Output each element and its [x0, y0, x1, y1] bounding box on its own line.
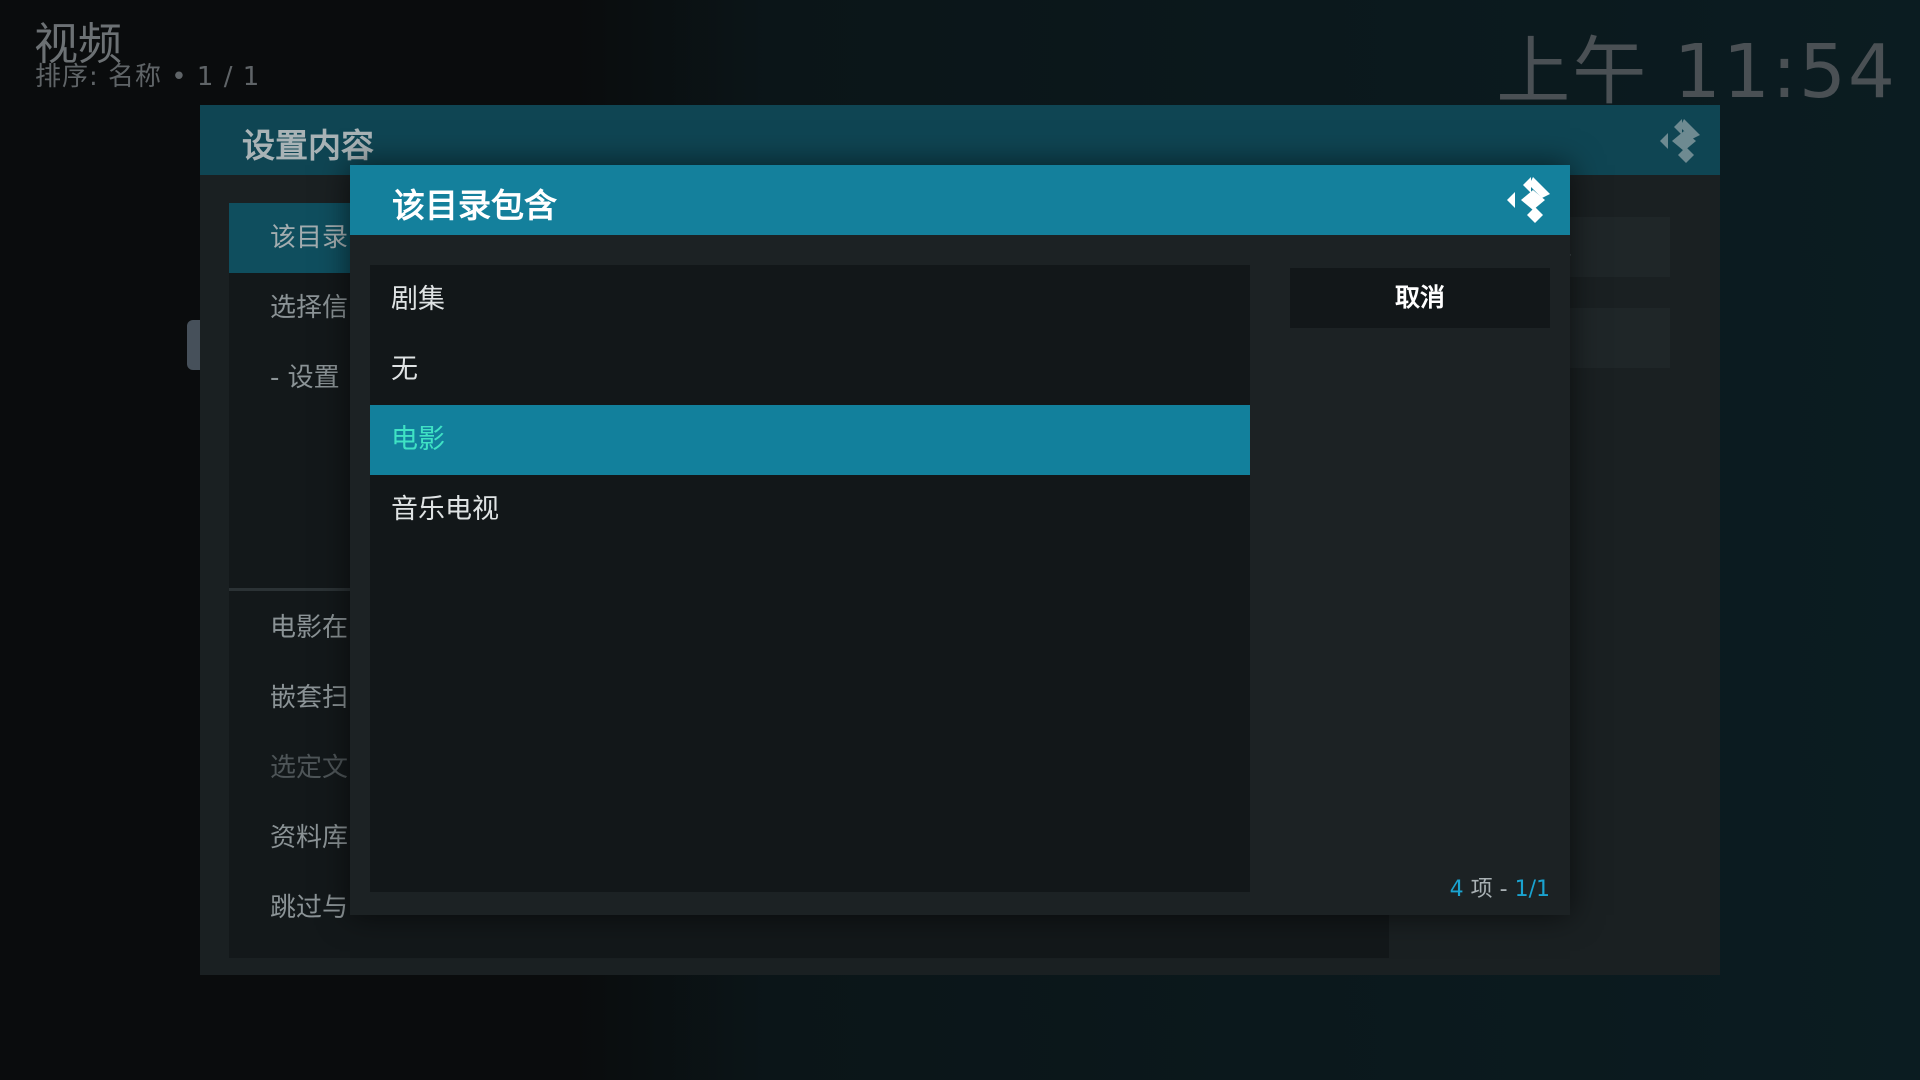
set-content-title: 设置内容: [242, 126, 374, 165]
list-item-music-videos[interactable]: 音乐电视: [370, 475, 1250, 545]
list-item-tvshows[interactable]: 剧集: [370, 265, 1250, 335]
cancel-button[interactable]: 取消: [1290, 268, 1550, 328]
item-count: 4 项 - 1/1: [1450, 871, 1550, 903]
screen: 视频 排序: 名称 • 1 / 1 上午 11:54 设置内容 该目录 选择信 …: [0, 0, 1920, 1080]
content-type-list: 剧集 无 电影 音乐电视: [370, 265, 1250, 892]
content-type-dialog: 该目录包含 剧集 无 电影 音乐电视 取消 4 项 - 1/1: [350, 165, 1570, 915]
list-item-movies[interactable]: 电影: [370, 405, 1250, 475]
kodi-logo-icon: [1660, 119, 1700, 163]
kodi-logo-icon: [1507, 177, 1550, 223]
list-item-none[interactable]: 无: [370, 335, 1250, 405]
sort-info: 排序: 名称 • 1 / 1: [35, 62, 261, 92]
item-count-number: 4: [1449, 877, 1464, 902]
clock: 上午 11:54: [1496, 29, 1897, 115]
page-indicator: 1/1: [1514, 877, 1550, 902]
item-count-text: 项 -: [1463, 877, 1515, 902]
content-type-header: 该目录包含: [350, 165, 1570, 235]
content-type-title: 该目录包含: [392, 186, 557, 225]
side-scroll-tab: [187, 320, 200, 370]
